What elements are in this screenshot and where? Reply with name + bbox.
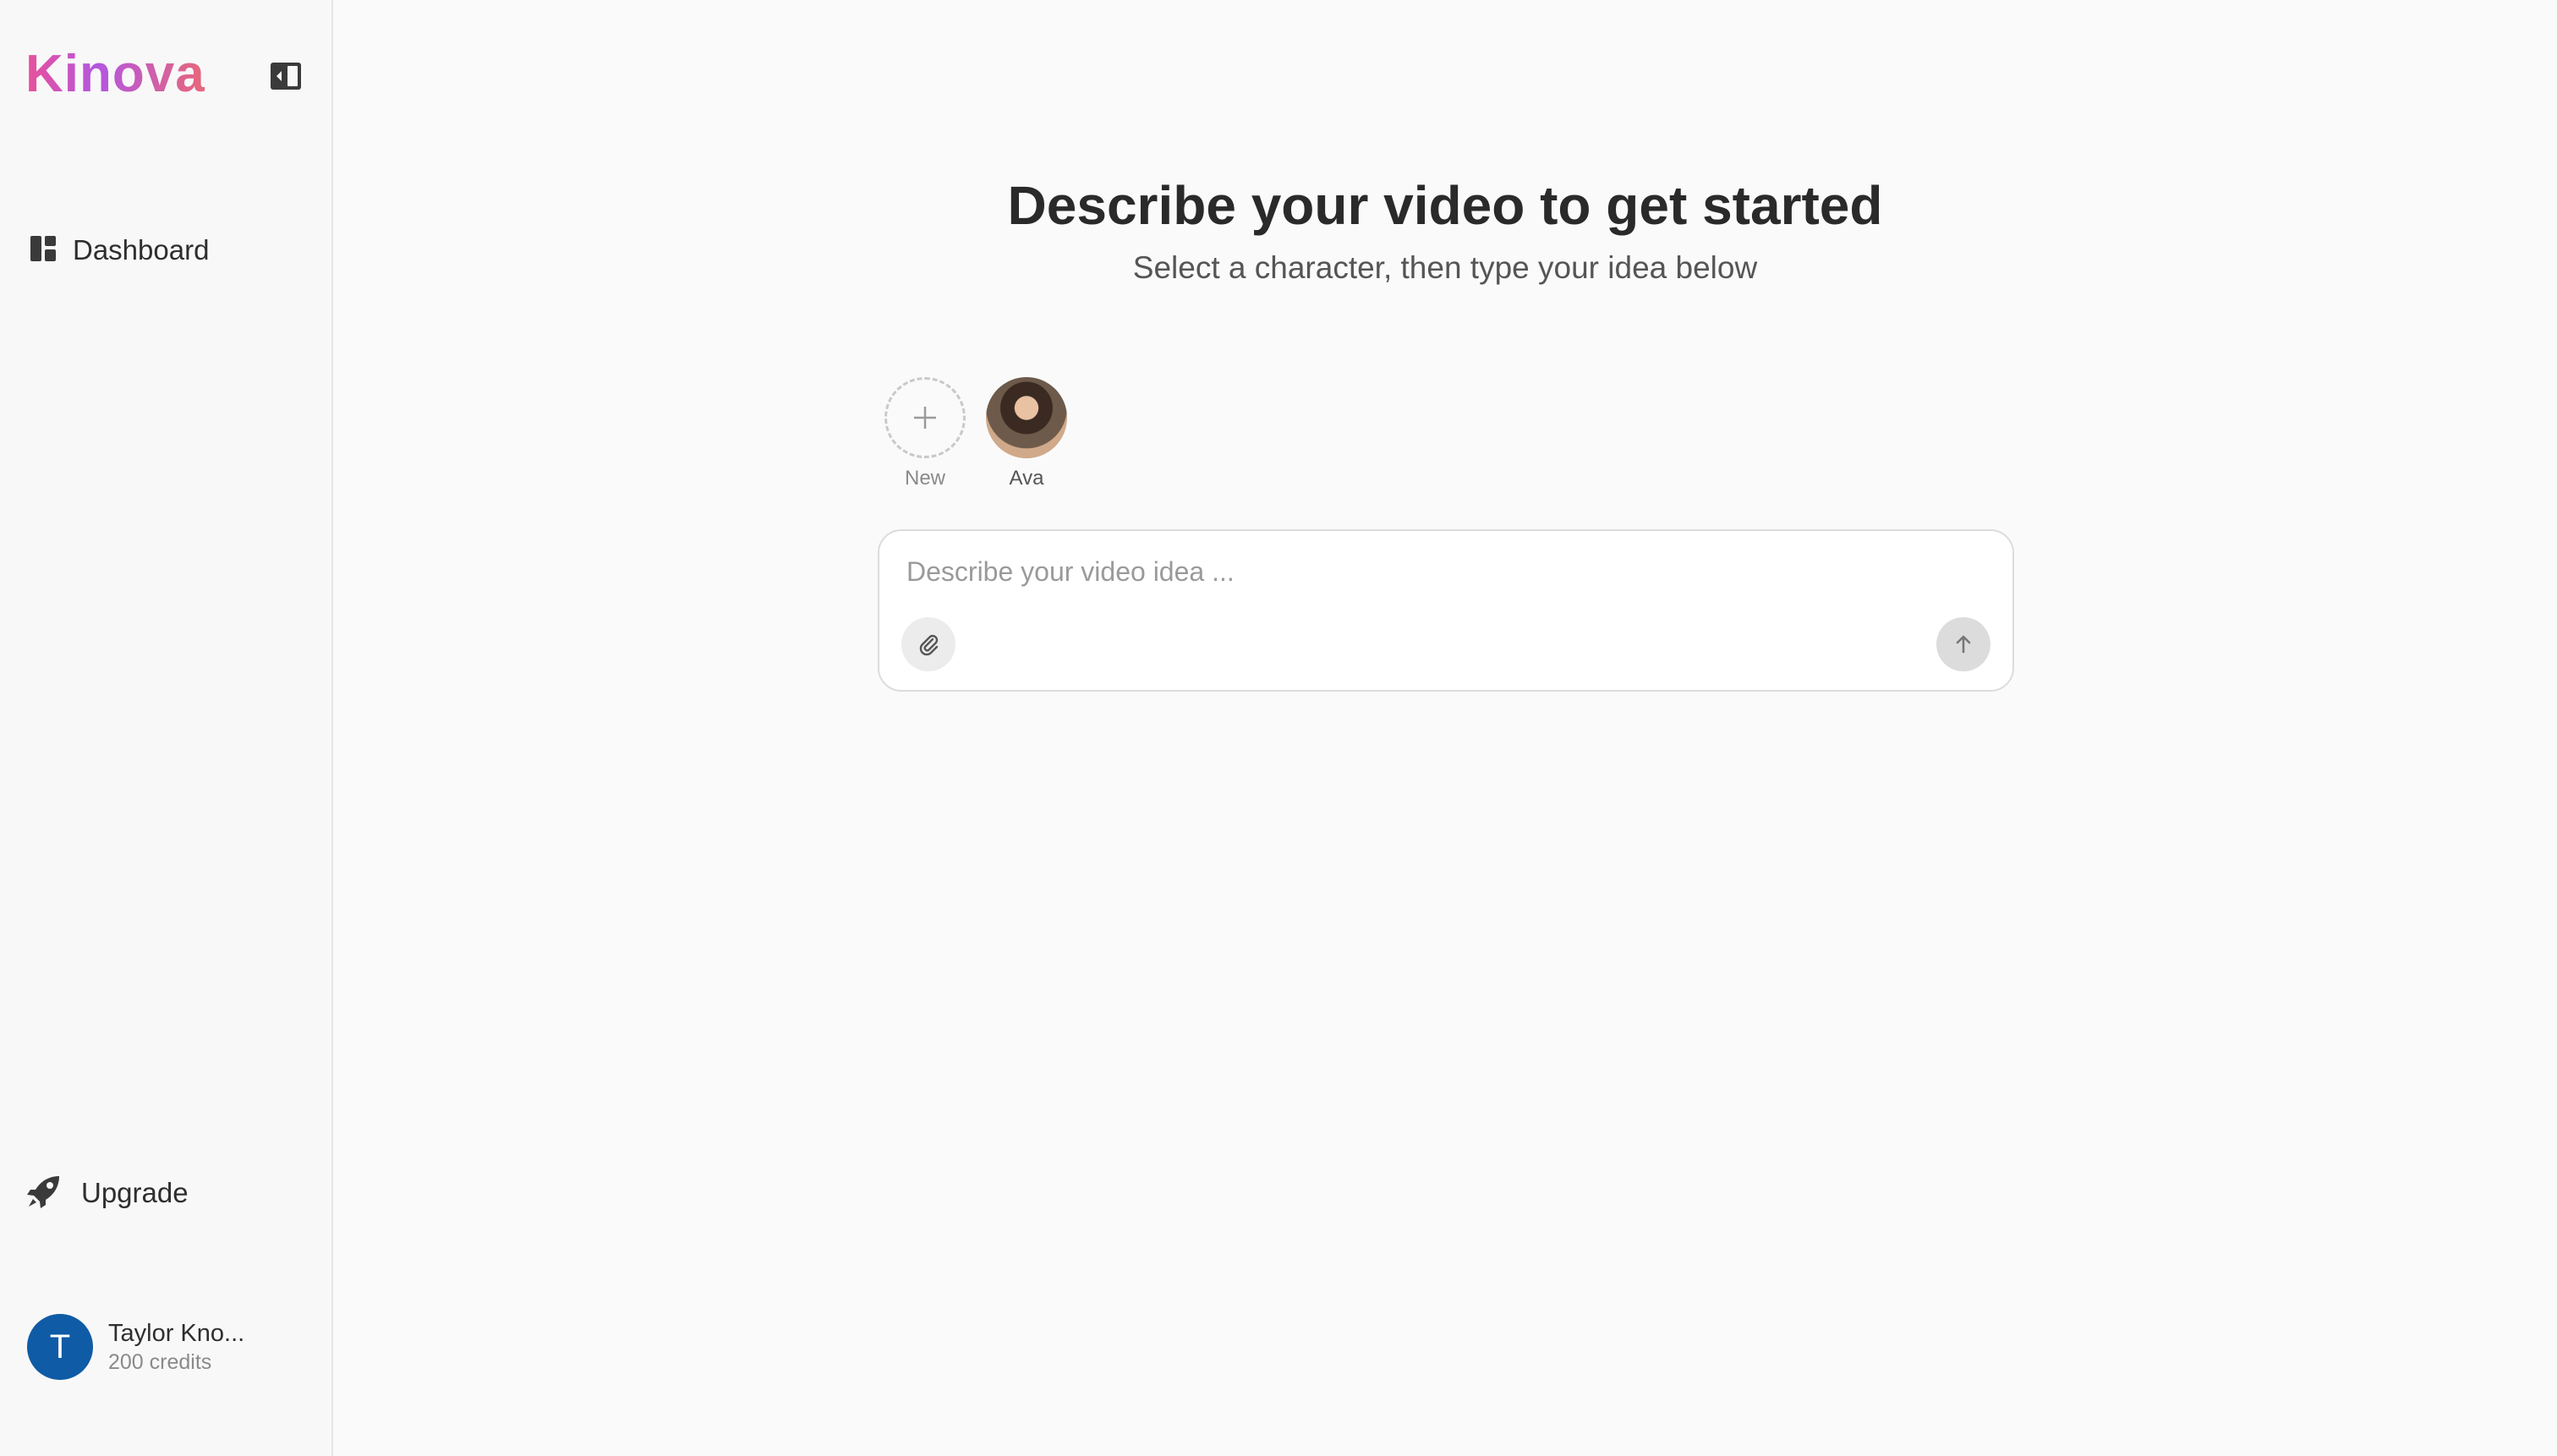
user-credits: 200 credits <box>108 1350 212 1374</box>
user-profile[interactable]: T Taylor Kno... 200 credits <box>27 1314 244 1380</box>
app: Kinova Dashboard Upgrade T Taylor Kno...… <box>0 0 2557 1456</box>
sidebar-item-dashboard[interactable]: Dashboard <box>29 230 209 271</box>
dashboard-icon <box>29 234 57 267</box>
logo[interactable]: Kinova <box>25 41 205 108</box>
character-label: Ava <box>1009 467 1044 490</box>
avatar: T <box>27 1314 93 1380</box>
arrow-up-icon[interactable] <box>1936 617 1990 671</box>
character-avatar <box>986 377 1067 458</box>
prompt-box <box>878 529 2014 692</box>
user-info: Taylor Kno... 200 credits <box>108 1318 244 1376</box>
character-label: New <box>904 467 945 490</box>
page-title: Describe your video to get started <box>1007 175 1883 236</box>
prompt-input[interactable] <box>906 551 1980 592</box>
paperclip-icon[interactable] <box>901 617 955 671</box>
new-character-button[interactable]: New <box>884 377 966 490</box>
sidebar-collapse-icon[interactable] <box>269 59 303 93</box>
plus-icon <box>884 377 966 458</box>
character-ava[interactable]: Ava <box>986 377 1067 490</box>
sidebar: Kinova Dashboard Upgrade T Taylor Kno...… <box>0 0 333 1456</box>
user-name: Taylor Kno... <box>108 1320 245 1347</box>
sidebar-item-label: Dashboard <box>73 234 210 265</box>
upgrade-label: Upgrade <box>81 1177 189 1208</box>
upgrade-button[interactable]: Upgrade <box>25 1172 189 1214</box>
rocket-icon <box>25 1173 63 1214</box>
page-subtitle: Select a character, then type your idea … <box>1132 250 1758 285</box>
character-picker: New Ava <box>884 377 1067 490</box>
